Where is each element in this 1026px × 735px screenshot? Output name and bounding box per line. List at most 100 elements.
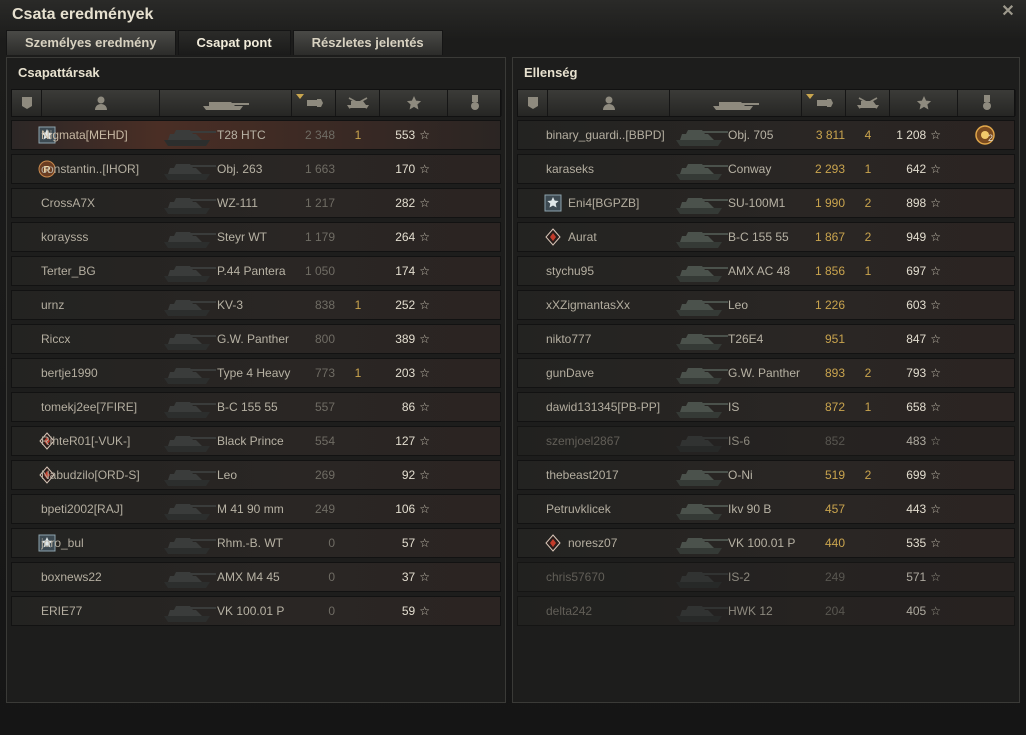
- damage-value: 204: [824, 604, 845, 618]
- enemies-table-row[interactable]: dawid131345[PB-PP] IS 872 1 658 ☆: [517, 392, 1015, 422]
- xp-value: 174 ☆: [370, 257, 430, 285]
- allies-header-xp[interactable]: [380, 90, 448, 116]
- allies-table-row[interactable]: bpeti2002[RAJ] M 41 90 mm 249 106 ☆: [11, 494, 501, 524]
- allies-table-row[interactable]: RihteR01[-VUK-] Black Prince 554 127 ☆: [11, 426, 501, 456]
- xp-star-icon: ☆: [419, 434, 430, 448]
- kills-value: [348, 563, 368, 591]
- damage-icon: [816, 99, 833, 107]
- enemies-table-row[interactable]: binary_guardi..[BBPD] Obj. 705 3 811 4 1 208…: [517, 120, 1015, 150]
- allies-table-row[interactable]: koraysss Steyr WT 1 179 264 ☆: [11, 222, 501, 252]
- xp-number: 174: [395, 264, 416, 278]
- enemies-header-kills[interactable]: [846, 90, 890, 116]
- kills-icon: [856, 97, 879, 109]
- tank-image-icon: [164, 334, 216, 350]
- xp-star-icon: ☆: [930, 468, 941, 482]
- enemies-table-row[interactable]: szemjoel2867 IS-6 852 483 ☆: [517, 426, 1015, 456]
- diamond-badge-icon: [545, 228, 561, 246]
- xp-number: 535: [906, 536, 927, 550]
- enemies-header-xp[interactable]: [890, 90, 958, 116]
- allies-header-tank[interactable]: [160, 90, 292, 116]
- enemies-table-row[interactable]: Petruvklicek Ikv 90 B 457 443 ☆: [517, 494, 1015, 524]
- enemies-header-tank[interactable]: [670, 90, 802, 116]
- xp-value: 405 ☆: [881, 597, 941, 625]
- enemies-table-row[interactable]: stychu95 AMX AC 48 1 856 1 697 ☆: [517, 256, 1015, 286]
- xp-star-icon: [406, 96, 421, 110]
- allies-table-row[interactable]: bertje1990 Type 4 Heavy 773 1 203 ☆: [11, 358, 501, 388]
- enemies-table-row[interactable]: thebeast2017 O-Ni 519 2 699 ☆: [517, 460, 1015, 490]
- tab-team-score[interactable]: Csapat pont: [177, 30, 291, 55]
- damage-value: 519: [824, 468, 845, 482]
- xp-star-icon: ☆: [930, 128, 941, 142]
- tank-image-icon: [676, 436, 728, 452]
- damage-value: 1 217: [304, 196, 335, 210]
- xp-number: 642: [906, 162, 927, 176]
- tank-image-icon: [676, 572, 728, 588]
- xp-star-icon: ☆: [419, 400, 430, 414]
- xp-value: 553 ☆: [370, 121, 430, 149]
- allies-table-row[interactable]: Nabudzilo[ORD-S] Leo 269 92 ☆: [11, 460, 501, 490]
- kills-value: 1: [864, 400, 872, 414]
- allies-table-row[interactable]: CrossA7X WZ-111 1 217 282 ☆: [11, 188, 501, 218]
- allies-table-row[interactable]: urnz KV-3 838 1 252 ☆: [11, 290, 501, 320]
- xp-number: 203: [395, 366, 416, 380]
- enemies-header-medal[interactable]: [958, 90, 1016, 116]
- enemies-table-row[interactable]: nikto777 T26E4 951 847 ☆: [517, 324, 1015, 354]
- tank-image-icon: [164, 402, 216, 418]
- allies-header-medal[interactable]: [448, 90, 502, 116]
- player-icon: [94, 96, 107, 110]
- allies-header-player[interactable]: [42, 90, 160, 116]
- allies-header-kills[interactable]: [336, 90, 380, 116]
- allies-table-row[interactable]: ERIE77 VK 100.01 P 0 59 ☆: [11, 596, 501, 626]
- allies-table-row[interactable]: Nigmata[MEHD] T28 HTC 2 348 1 553 ☆: [11, 120, 501, 150]
- enemies-table-row[interactable]: noresz07 VK 100.01 P 440 535 ☆: [517, 528, 1015, 558]
- xp-star-icon: ☆: [930, 434, 941, 448]
- xp-star-icon: ☆: [930, 400, 941, 414]
- tank-image-icon: [676, 198, 728, 214]
- enemies-table-row[interactable]: gunDave G.W. Panther 893 2 793 ☆: [517, 358, 1015, 388]
- allies-header-platoon[interactable]: [12, 90, 42, 116]
- tank-image-icon: [164, 538, 216, 554]
- player-name: nikto777: [546, 332, 592, 346]
- player-name: Riccx: [41, 332, 71, 346]
- enemies-table-row[interactable]: Aurat B-C 155 55 1 867 2 949 ☆: [517, 222, 1015, 252]
- kills-value: 1: [864, 264, 872, 278]
- tank-image-icon: [676, 232, 728, 248]
- xp-number: 898: [906, 196, 927, 210]
- enemies-rows: binary_guardi..[BBPD] Obj. 705 3 811 4 1 208…: [517, 120, 1015, 630]
- player-name: noresz07: [568, 536, 618, 550]
- player-name: ERIE77: [41, 604, 83, 618]
- allies-table-row[interactable]: tomekj2ee[7FIRE] B-C 155 55 557 86 ☆: [11, 392, 501, 422]
- enemies-header-player[interactable]: [548, 90, 670, 116]
- tab-detailed-report[interactable]: Részletes jelentés: [292, 30, 443, 55]
- tab-personal-results[interactable]: Személyes eredmény: [6, 30, 176, 55]
- allies-header-damage[interactable]: [292, 90, 336, 116]
- player-name: constantin..[IHOR]: [41, 162, 140, 176]
- kills-value: [858, 563, 878, 591]
- allies-table-row[interactable]: boxnews22 AMX M4 45 0 37 ☆: [11, 562, 501, 592]
- kills-value: 1: [354, 366, 362, 380]
- allies-table-row[interactable]: joro_bul Rhm.-B. WT 0 57 ☆: [11, 528, 501, 558]
- allies-table-row[interactable]: Rconstantin..[IHOR] Obj. 263 1 663 170 ☆: [11, 154, 501, 184]
- enemies-table-row[interactable]: chris57670 IS-2 249 571 ☆: [517, 562, 1015, 592]
- close-icon[interactable]: ✕: [1000, 4, 1016, 20]
- enemies-table-row[interactable]: xXZigmantasXx Leo 1 226 603 ☆: [517, 290, 1015, 320]
- tank-image-icon: [676, 266, 728, 282]
- xp-star-icon: ☆: [930, 536, 941, 550]
- xp-value: 642 ☆: [881, 155, 941, 183]
- kills-value: 2: [864, 230, 872, 244]
- xp-star-icon: ☆: [419, 298, 430, 312]
- enemies-table-row[interactable]: delta242 HWK 12 204 405 ☆: [517, 596, 1015, 626]
- tank-image-icon: [164, 300, 216, 316]
- xp-number: 603: [906, 298, 927, 312]
- xp-value: 898 ☆: [881, 189, 941, 217]
- kills-value: [348, 427, 368, 455]
- xp-number: 389: [395, 332, 416, 346]
- allies-table-row[interactable]: Riccx G.W. Panther 800 389 ☆: [11, 324, 501, 354]
- player-name: CrossA7X: [41, 196, 96, 210]
- clan-star-badge-icon: [544, 194, 562, 212]
- enemies-header-damage[interactable]: [802, 90, 846, 116]
- enemies-table-row[interactable]: karaseks Conway 2 293 1 642 ☆: [517, 154, 1015, 184]
- enemies-table-row[interactable]: Eni4[BGPZB] SU-100M1 1 990 2 898 ☆: [517, 188, 1015, 218]
- enemies-header-platoon[interactable]: [518, 90, 548, 116]
- allies-table-row[interactable]: Terter_BG P.44 Pantera 1 050 174 ☆: [11, 256, 501, 286]
